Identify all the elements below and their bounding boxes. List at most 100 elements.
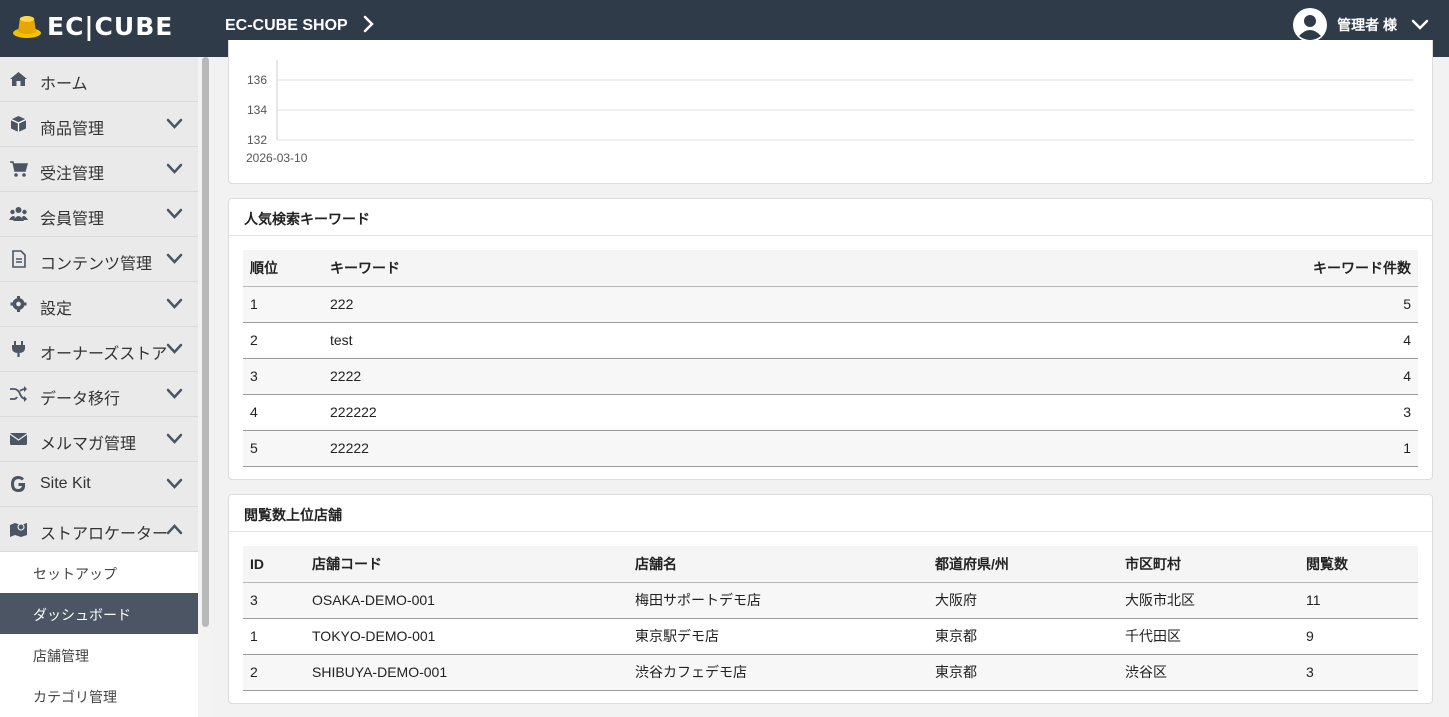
chevron-down-icon [166, 343, 183, 354]
y-tick-label: 134 [247, 103, 267, 117]
sidebar-item-1[interactable]: 商品管理 [0, 102, 198, 147]
keyword-cell: 2222 [323, 358, 793, 395]
sidebar-item-4[interactable]: コンテンツ管理 [0, 237, 198, 282]
gear-icon [10, 296, 27, 312]
shop-name-link[interactable]: EC-CUBE SHOP [225, 17, 348, 35]
sidebar-item-7[interactable]: データ移行 [0, 372, 198, 417]
sidebar-subitem-label: 店舗管理 [33, 648, 89, 664]
cart-icon [10, 161, 28, 177]
admin-name: 管理者 様 [1337, 17, 1397, 33]
sidebar-item-label: コンテンツ管理 [40, 256, 153, 273]
chevron-down-icon [166, 253, 183, 264]
prefecture-cell: 東京都 [928, 618, 1118, 655]
sidebar-item-label: Site Kit [40, 475, 91, 492]
sidebar-subitem-3[interactable]: カテゴリ管理 [0, 675, 198, 716]
keyword-card-title: 人気検索キーワード [229, 199, 1432, 236]
keyword-cell: 222222 [323, 394, 793, 431]
sidebar-item-8[interactable]: メルマガ管理 [0, 417, 198, 462]
shuffle-icon [10, 386, 27, 402]
sidebar-scrollbar-thumb[interactable] [202, 57, 209, 627]
x-tick-label: 2026-03-10 [246, 151, 308, 165]
admin-menu[interactable]: 管理者 様 [1293, 8, 1429, 42]
table-row: 3 OSAKA-DEMO-001 梅田サポートデモ店 大阪府 大阪市北区 11 [243, 582, 1418, 619]
sidebar: ホーム商品管理受注管理会員管理コンテンツ管理 設定オーナーズストア データ移行メルマ… [0, 57, 212, 717]
prefecture-cell: 東京都 [928, 654, 1118, 691]
rank-cell: 2 [243, 322, 323, 359]
chart-card: 136 134 132 2026-03-10 [228, 40, 1433, 184]
rank-cell: 1 [243, 286, 323, 323]
count-cell: 4 [792, 358, 1418, 395]
col-city: 市区町村 [1118, 546, 1299, 583]
y-tick-label: 132 [247, 133, 267, 147]
sidebar-item-2[interactable]: 受注管理 [0, 147, 198, 192]
sidebar-item-label: メルマガ管理 [40, 436, 137, 453]
sidebar-item-label: オーナーズストア [40, 346, 168, 363]
chevron-down-icon [1411, 19, 1429, 30]
table-row: 5 22222 1 [243, 430, 1418, 467]
rank-cell: 3 [243, 358, 323, 395]
chevron-down-icon [166, 163, 183, 174]
store-card-title: 閲覧数上位店舗 [229, 495, 1432, 532]
keyword-table: 順位 キーワード キーワード件数 1 222 5 2 test 4 3 2222 4 4 22222… [243, 250, 1418, 467]
line-chart: 136 134 132 2026-03-10 [246, 60, 1414, 165]
google-icon [11, 476, 26, 492]
count-cell: 4 [792, 322, 1418, 359]
col-prefecture: 都道府県/州 [928, 546, 1118, 583]
table-row: 2 SHIBUYA-DEMO-001 渋谷カフェデモ店 東京都 渋谷区 3 [243, 654, 1418, 691]
keyword-cell: 222 [323, 286, 793, 323]
sidebar-subitem-0[interactable]: セットアップ [0, 552, 198, 593]
sidebar-item-label: ストアロケーター [40, 526, 169, 543]
ec-cube-logo[interactable]: EC|CUBE [12, 11, 173, 41]
sidebar-item-6[interactable]: オーナーズストア [0, 327, 198, 372]
keyword-card: 人気検索キーワード 順位 キーワード キーワード件数 1 222 5 2 test 4 3 2… [228, 198, 1433, 480]
sidebar-subitem-label: セットアップ [33, 566, 117, 582]
store-name-cell: 東京駅デモ店 [628, 618, 928, 655]
store-code-cell: TOKYO-DEMO-001 [305, 618, 628, 655]
users-icon [9, 207, 28, 221]
sidebar-item-5[interactable]: 設定 [0, 282, 198, 327]
table-row: 2 test 4 [243, 322, 1418, 359]
sidebar-item-label: 受注管理 [40, 166, 105, 183]
sidebar-subitem-label: カテゴリ管理 [33, 689, 117, 705]
store-name-cell: 渋谷カフェデモ店 [628, 654, 928, 691]
city-cell: 千代田区 [1118, 618, 1299, 655]
envelope-icon [9, 433, 28, 445]
sidebar-subitem-1[interactable]: ダッシュボード [0, 593, 198, 634]
prefecture-cell: 大阪府 [928, 582, 1118, 619]
sidebar-item-10[interactable]: ストアロケーター [0, 507, 198, 552]
store-table: ID 店舗コード 店舗名 都道府県/州 市区町村 閲覧数 3 OSAKA-DEMO… [243, 546, 1418, 691]
rank-cell: 4 [243, 394, 323, 431]
sidebar-item-label: データ移行 [40, 391, 121, 408]
col-views: 閲覧数 [1299, 546, 1418, 583]
sidebar-item-3[interactable]: 会員管理 [0, 192, 198, 237]
store-code-cell: SHIBUYA-DEMO-001 [305, 654, 628, 691]
home-icon [10, 72, 27, 86]
logo-hat-icon [13, 16, 41, 38]
table-row: 1 222 5 [243, 286, 1418, 323]
count-cell: 1 [792, 430, 1418, 467]
sidebar-item-0[interactable]: ホーム [0, 57, 198, 102]
col-rank: 順位 [243, 250, 323, 287]
col-store-name: 店舗名 [628, 546, 928, 583]
keyword-cell: 22222 [323, 430, 793, 467]
sidebar-item-label: 設定 [40, 301, 73, 318]
col-id: ID [243, 546, 305, 583]
chevron-down-icon [166, 118, 183, 129]
count-cell: 5 [792, 286, 1418, 323]
id-cell: 3 [243, 582, 305, 619]
chevron-right-icon[interactable] [363, 15, 375, 33]
user-avatar-icon [1293, 8, 1328, 42]
rank-cell: 5 [243, 430, 323, 467]
sidebar-item-label: ホーム [40, 76, 88, 93]
id-cell: 1 [243, 618, 305, 655]
sidebar-item-9[interactable]: Site Kit [0, 462, 198, 507]
file-icon [12, 250, 26, 268]
chevron-down-icon [166, 433, 183, 444]
box-icon [10, 116, 27, 132]
col-keyword-count: キーワード件数 [792, 250, 1418, 287]
sidebar-subitem-2[interactable]: 店舗管理 [0, 634, 198, 675]
city-cell: 大阪市北区 [1118, 582, 1299, 619]
table-row: 4 222222 3 [243, 394, 1418, 431]
chevron-down-icon [166, 478, 183, 489]
map-icon [10, 523, 27, 537]
